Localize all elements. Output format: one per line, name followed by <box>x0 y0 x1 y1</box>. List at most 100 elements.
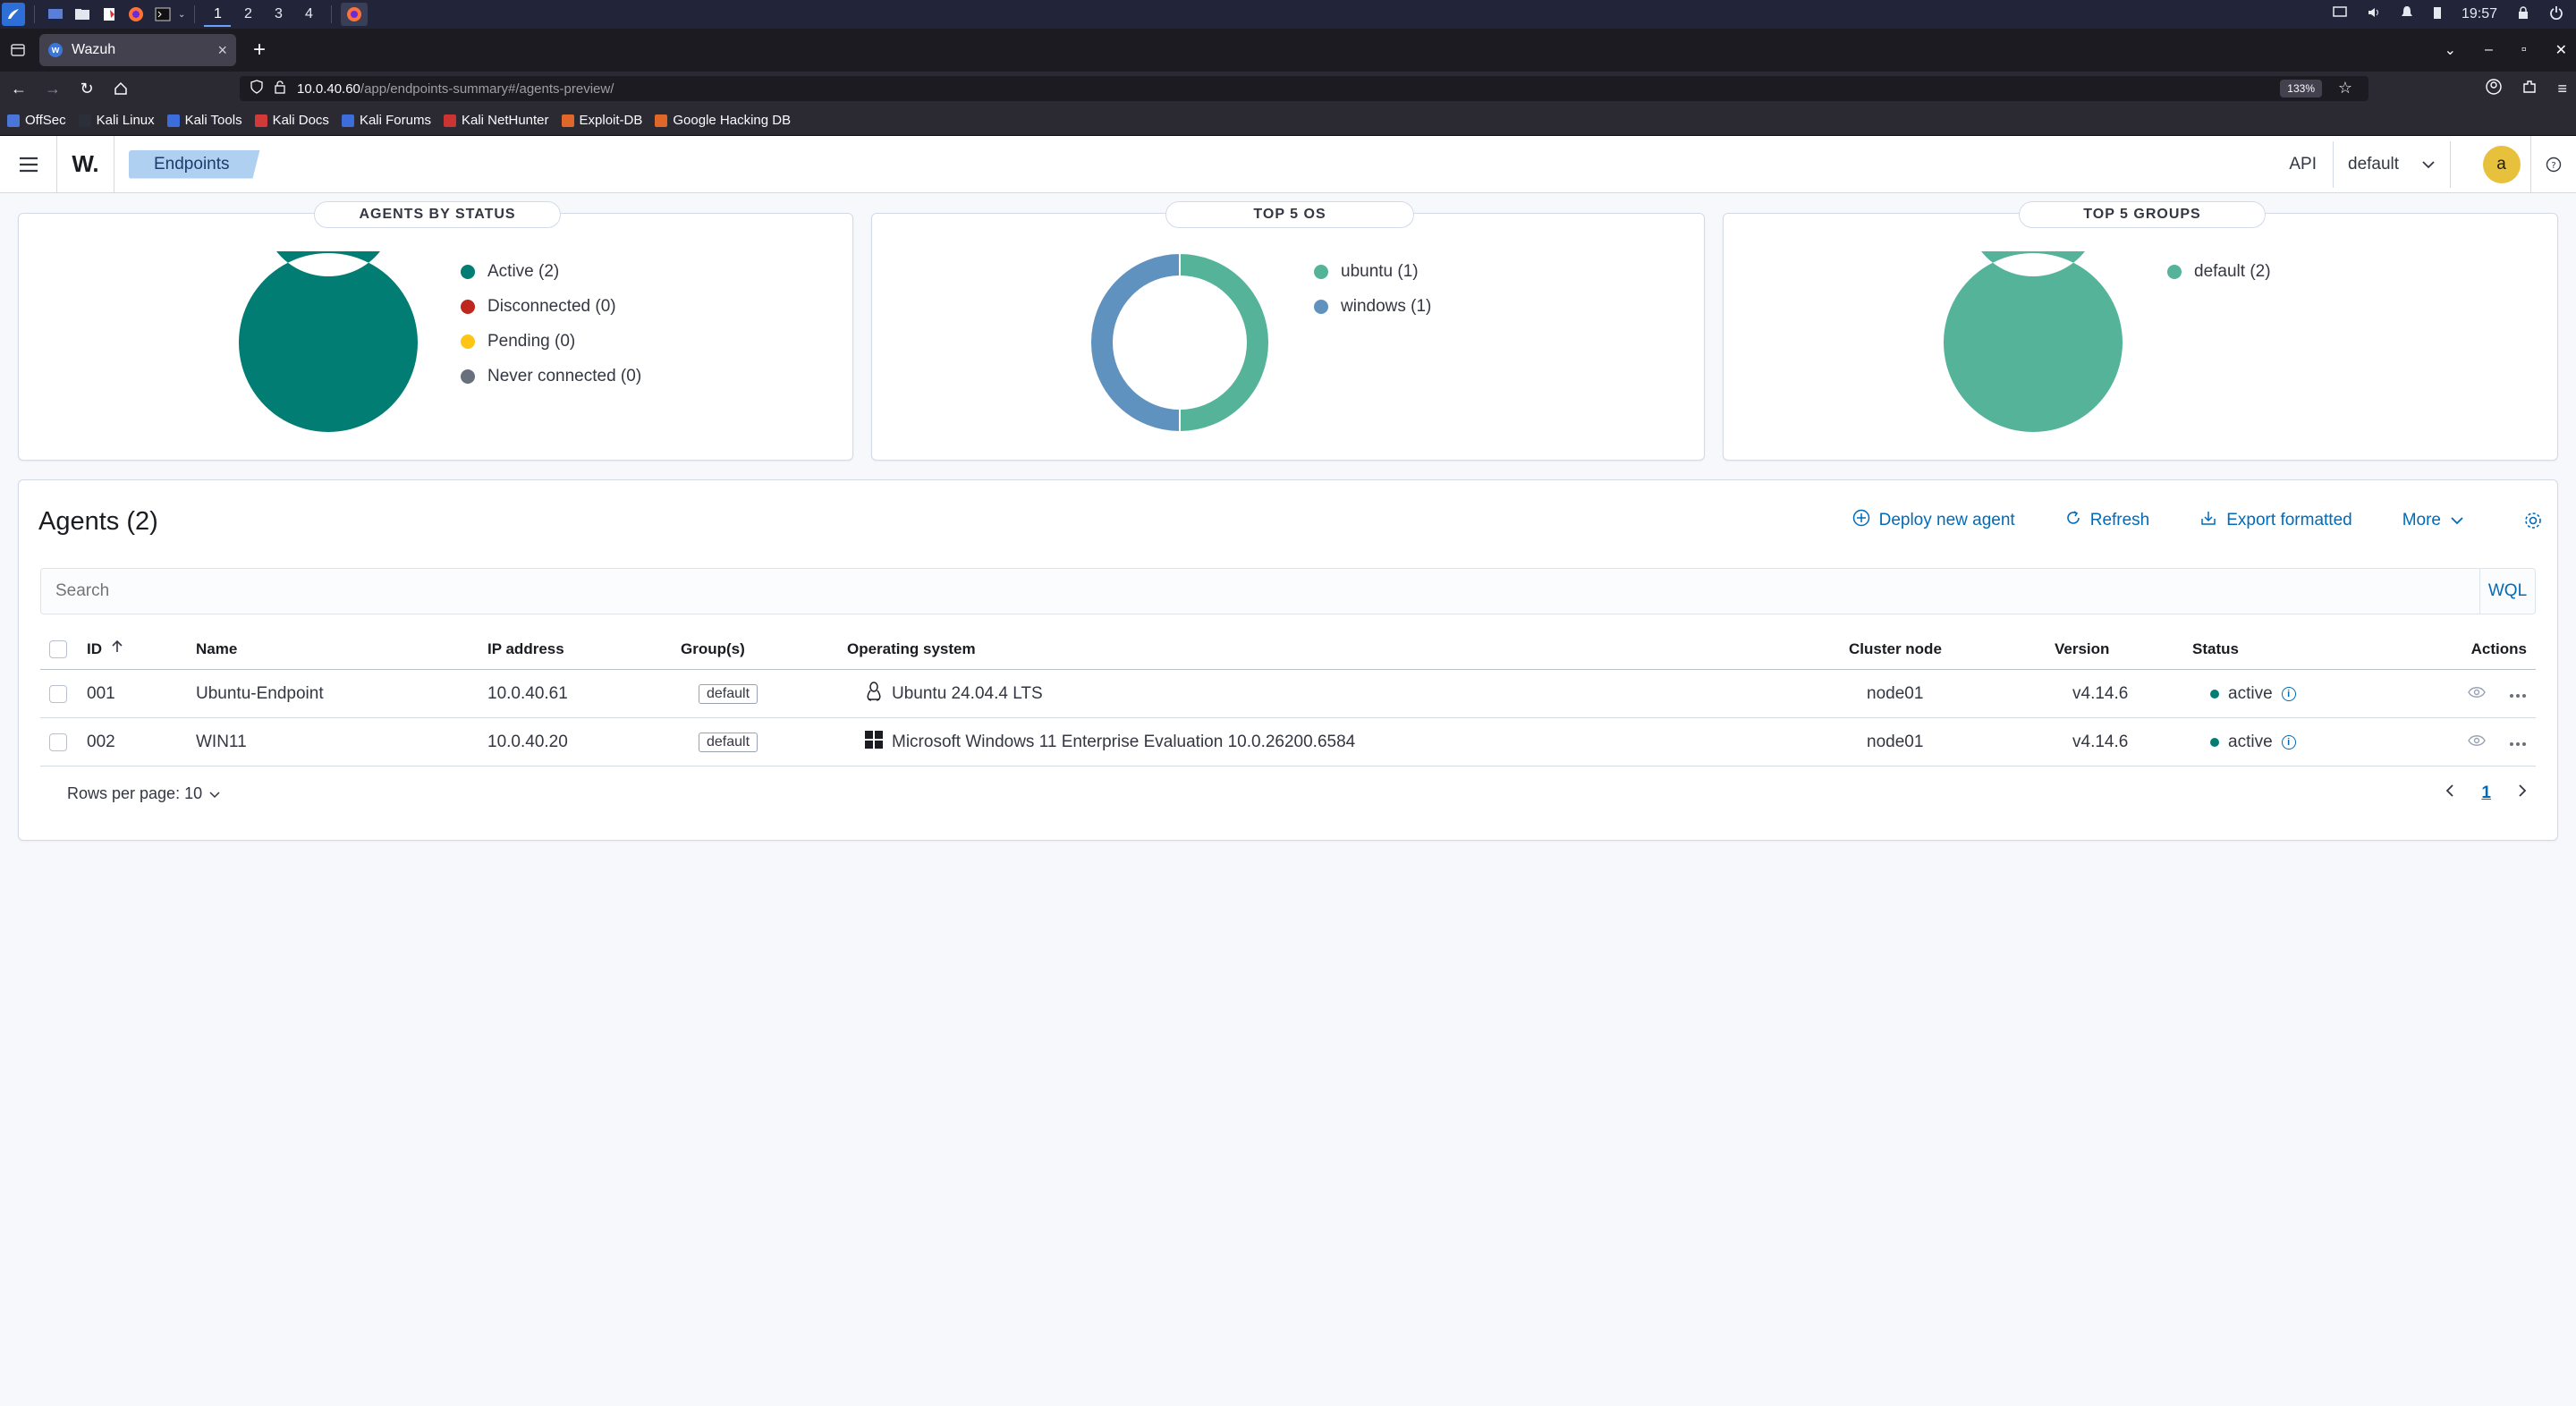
donut-slice-windows[interactable] <box>1089 251 1181 434</box>
lock-icon[interactable] <box>2517 5 2529 24</box>
wazuh-logo[interactable]: W. <box>57 135 114 193</box>
more-button[interactable]: More <box>2402 511 2464 530</box>
bookmark-kali-nethunter[interactable]: Kali NetHunter <box>443 113 549 128</box>
export-formatted-button[interactable]: Export formatted <box>2199 509 2352 532</box>
breadcrumb-endpoints[interactable]: Endpoints <box>129 150 260 179</box>
home-icon[interactable] <box>106 73 136 104</box>
file-manager-icon[interactable] <box>71 3 94 26</box>
minimize-window-icon[interactable]: – <box>2485 42 2493 58</box>
row-checkbox[interactable] <box>49 684 67 703</box>
legend-default-group[interactable]: default (2) <box>2167 262 2271 282</box>
select-all-checkbox[interactable] <box>49 639 67 658</box>
workspace-4[interactable]: 4 <box>295 6 322 22</box>
workspace-2[interactable]: 2 <box>234 6 261 22</box>
kali-menu-icon[interactable] <box>2 3 25 26</box>
column-header-version[interactable]: Version <box>2055 629 2109 669</box>
bookmark-offsec[interactable]: OffSec <box>7 113 66 128</box>
browser-tab-wazuh[interactable]: w Wazuh × <box>39 34 236 66</box>
close-window-icon[interactable]: ✕ <box>2555 41 2567 59</box>
maximize-window-icon[interactable]: ▫ <box>2521 42 2527 58</box>
next-page-icon[interactable] <box>2518 783 2527 803</box>
more-options-icon[interactable] <box>2509 684 2527 704</box>
page-number-current[interactable]: 1 <box>2481 783 2491 803</box>
api-selector[interactable]: default <box>2333 141 2451 188</box>
close-tab-icon[interactable]: × <box>217 41 227 60</box>
view-eye-icon[interactable] <box>2468 733 2486 752</box>
tab-overview-icon[interactable] <box>0 29 36 72</box>
info-icon[interactable]: i <box>2281 686 2296 701</box>
bookmark-kali-linux[interactable]: Kali Linux <box>78 113 155 128</box>
column-header-id[interactable]: ID <box>87 629 123 669</box>
donut-slice-active[interactable] <box>238 251 418 432</box>
legend-ubuntu[interactable]: ubuntu (1) <box>1314 262 1431 282</box>
user-avatar[interactable]: a <box>2482 146 2521 183</box>
bookmark-exploit-db[interactable]: Exploit-DB <box>561 113 642 128</box>
clock[interactable]: 19:57 <box>2462 6 2497 22</box>
help-icon[interactable]: ? <box>2531 136 2576 193</box>
shield-icon[interactable] <box>250 80 263 97</box>
battery-icon[interactable] <box>2433 5 2442 24</box>
power-icon[interactable] <box>2549 5 2563 24</box>
row-checkbox[interactable] <box>49 733 67 751</box>
column-header-os[interactable]: Operating system <box>847 629 976 669</box>
reload-icon[interactable]: ↻ <box>72 73 102 104</box>
terminal-icon[interactable] <box>151 3 174 26</box>
group-badge[interactable]: default <box>699 683 758 704</box>
info-icon[interactable]: i <box>2281 734 2296 750</box>
desktop-icon[interactable] <box>44 3 67 26</box>
notification-bell-icon[interactable] <box>2401 5 2413 24</box>
account-icon[interactable] <box>2486 78 2503 99</box>
wql-toggle-button[interactable]: WQL <box>2479 569 2535 614</box>
rows-per-page-selector[interactable]: Rows per page: 10 <box>40 784 220 803</box>
firefox-window-icon[interactable] <box>341 3 369 26</box>
not-secure-lock-icon[interactable] <box>274 80 286 97</box>
extensions-icon[interactable] <box>2521 79 2538 99</box>
legend-pending[interactable]: Pending (0) <box>461 332 641 352</box>
donut-slice-ubuntu[interactable] <box>1179 251 1270 434</box>
list-all-tabs-icon[interactable]: ⌄ <box>2445 41 2456 59</box>
legend-active[interactable]: Active (2) <box>461 262 641 282</box>
back-icon[interactable]: ← <box>4 73 34 104</box>
column-header-groups[interactable]: Group(s) <box>681 629 745 669</box>
url-bar[interactable]: 10.0.40.60/app/endpoints-summary#/agents… <box>240 76 2368 101</box>
workspace-1[interactable]: 1 <box>204 2 232 27</box>
agent-id[interactable]: 002 <box>87 718 115 766</box>
agent-id[interactable]: 001 <box>87 670 115 717</box>
display-icon[interactable] <box>2333 5 2347 23</box>
text-editor-icon[interactable] <box>97 3 121 26</box>
zoom-level-badge[interactable]: 133% <box>2280 80 2322 97</box>
bookmark-google-hacking-db[interactable]: Google Hacking DB <box>655 113 791 128</box>
agent-name[interactable]: WIN11 <box>196 718 247 766</box>
firefox-icon[interactable] <box>124 3 148 26</box>
legend-disconnected[interactable]: Disconnected (0) <box>461 297 641 317</box>
volume-icon[interactable] <box>2367 6 2381 23</box>
legend-never-connected[interactable]: Never connected (0) <box>461 367 641 386</box>
terminal-dropdown-icon[interactable]: ⌄ <box>178 10 185 20</box>
view-eye-icon[interactable] <box>2468 684 2486 704</box>
legend-windows[interactable]: windows (1) <box>1314 297 1431 317</box>
donut-slice-default[interactable] <box>1943 251 2123 432</box>
search-bar: WQL <box>40 568 2536 614</box>
bookmark-star-icon[interactable]: ☆ <box>2338 79 2352 97</box>
bookmark-kali-forums[interactable]: Kali Forums <box>341 113 431 128</box>
app-menu-icon[interactable]: ≡ <box>2557 80 2567 98</box>
menu-toggle-icon[interactable] <box>0 135 57 193</box>
column-header-status[interactable]: Status <box>2192 629 2239 669</box>
bookmark-kali-docs[interactable]: Kali Docs <box>254 113 329 128</box>
agent-name[interactable]: Ubuntu-Endpoint <box>196 670 324 717</box>
deploy-new-agent-button[interactable]: Deploy new agent <box>1852 509 2015 532</box>
column-header-ip[interactable]: IP address <box>487 629 564 669</box>
forward-icon[interactable]: → <box>38 73 68 104</box>
search-input[interactable] <box>41 569 2479 614</box>
column-header-cluster-node[interactable]: Cluster node <box>1849 629 1942 669</box>
more-options-icon[interactable] <box>2509 733 2527 752</box>
refresh-button[interactable]: Refresh <box>2065 510 2149 531</box>
group-badge[interactable]: default <box>699 732 758 752</box>
app-header: W. Endpoints API default a ? <box>0 135 2576 193</box>
workspace-3[interactable]: 3 <box>265 6 292 22</box>
column-header-name[interactable]: Name <box>196 629 237 669</box>
table-settings-gear-icon[interactable] <box>2523 511 2543 530</box>
previous-page-icon[interactable] <box>2445 783 2454 803</box>
bookmark-kali-tools[interactable]: Kali Tools <box>166 113 242 128</box>
new-tab-icon[interactable]: + <box>243 34 275 66</box>
